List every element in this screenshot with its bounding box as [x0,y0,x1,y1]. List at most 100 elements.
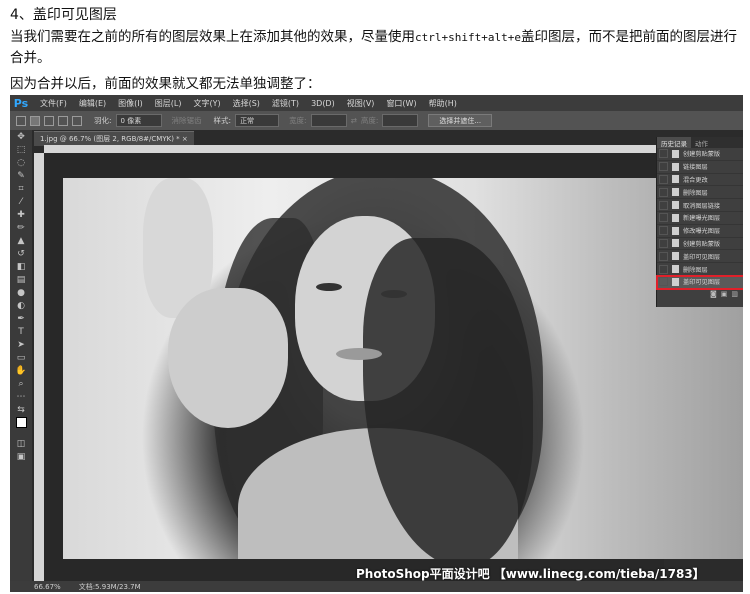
camera-icon[interactable]: ▣ [721,290,728,298]
tab-history[interactable]: 历史记录 [657,137,691,148]
menu-type[interactable]: 文字(Y) [187,98,226,109]
paragraph-1: 当我们需要在之前的所有的图层效果上在添加其他的效果，尽量使用ctrl+shift… [10,27,745,68]
menu-view[interactable]: 视图(V) [341,98,381,109]
path-select-tool-icon[interactable]: ➤ [10,338,32,351]
crop-tool-icon[interactable]: ⌗ [10,182,32,195]
new-snapshot-icon[interactable]: ◙ [710,290,717,298]
menu-filter[interactable]: 滤镜(T) [266,98,305,109]
history-step-icon [672,265,679,274]
history-checkbox[interactable] [659,264,668,274]
pen-tool-icon[interactable]: ✒ [10,312,32,325]
menu-window[interactable]: 窗口(W) [380,98,422,109]
hand-tool-icon[interactable]: ✋ [10,364,32,377]
history-checkbox[interactable] [659,162,668,172]
intersect-selection-icon[interactable] [72,115,82,126]
document-size[interactable]: 文档:5.93M/23.7M [79,582,141,592]
width-input[interactable] [310,114,347,127]
history-item[interactable]: 混合更改 [657,174,743,187]
photo-hand [168,288,288,428]
photoshop-window: Ps 文件(F) 编辑(E) 图像(I) 图层(L) 文字(Y) 选择(S) 滤… [10,95,743,592]
history-checkbox[interactable] [659,226,668,236]
history-item[interactable]: 新建曝光图层 [657,212,743,225]
marquee-tool-icon[interactable]: ⬚ [10,143,32,156]
watermark-text: PhotoShop平面设计吧 【www.linecg.com/tieba/178… [356,567,705,581]
history-item-label: 删除图层 [683,189,708,197]
swap-icon[interactable]: ⇄ [351,116,357,125]
menu-3d[interactable]: 3D(D) [305,99,341,108]
history-step-icon [672,213,679,222]
history-brush-icon[interactable]: ↺ [10,247,32,260]
options-bar: 羽化: 0 像素 消除锯齿 样式: 正常 宽度: ⇄ 高度: 选择并遮住... [10,111,743,130]
history-item-label: 删除图层 [683,266,708,274]
history-checkbox[interactable] [659,213,668,223]
history-checkbox[interactable] [659,200,668,210]
history-item-selected[interactable]: 盖印可见图层 [656,274,743,290]
shape-tool-icon[interactable]: ▭ [10,351,32,364]
quick-select-tool-icon[interactable]: ✎ [10,169,32,182]
tab-actions[interactable]: 动作 [691,137,712,148]
history-step-icon [672,201,679,210]
lasso-tool-icon[interactable]: ◌ [10,156,32,169]
history-item[interactable]: 取消图层链接 [657,199,743,212]
history-checkbox[interactable] [659,277,668,287]
antialias-checkbox-label[interactable]: 消除锯齿 [172,115,202,126]
height-input[interactable] [382,114,419,127]
select-and-mask-button[interactable]: 选择并遮住... [428,114,493,127]
history-item-label: 混合更改 [683,176,708,184]
menu-bar: Ps 文件(F) 编辑(E) 图像(I) 图层(L) 文字(Y) 选择(S) 滤… [10,95,743,111]
menu-help[interactable]: 帮助(H) [423,98,463,109]
type-tool-icon[interactable]: T [10,325,32,338]
brush-tool-icon[interactable]: ✏ [10,221,32,234]
move-tool-icon[interactable]: ✥ [10,130,32,143]
history-checkbox[interactable] [659,174,668,184]
subtract-selection-icon[interactable] [58,115,68,126]
extra-tools-icon[interactable]: ⋯ [10,390,32,403]
history-item[interactable]: 创建剪贴蒙版 [657,148,743,161]
style-select[interactable]: 正常 [235,114,280,127]
history-item[interactable]: 链接图层 [657,161,743,174]
color-swatches-icon[interactable] [10,416,32,429]
stamp-tool-icon[interactable]: ▲ [10,234,32,247]
photo-eye-right [381,290,407,298]
history-item[interactable]: 创建剪贴蒙版 [657,238,743,251]
marquee-tool-preset-icon[interactable] [16,115,26,126]
history-item[interactable]: 修改曝光图层 [657,225,743,238]
menu-image[interactable]: 图像(I) [112,98,149,109]
zoom-level[interactable]: 66.67% [34,583,61,591]
quick-mask-icon[interactable]: ◫ [10,437,32,450]
style-label: 样式: [213,116,232,125]
dodge-tool-icon[interactable]: ◐ [10,299,32,312]
document-tab[interactable]: 1.jpg @ 66.7% (图层 2, RGB/8#/CMYK) * × [34,131,194,146]
canvas-photo[interactable] [63,178,743,559]
history-checkbox[interactable] [659,238,668,248]
history-item[interactable]: 删除图层 [657,186,743,200]
blur-tool-icon[interactable]: ● [10,286,32,299]
history-checkbox[interactable] [659,251,668,261]
eraser-tool-icon[interactable]: ◧ [10,260,32,273]
photo-lips [336,348,382,360]
history-checkbox[interactable] [659,149,668,159]
gradient-tool-icon[interactable]: ▤ [10,273,32,286]
history-item-label: 新建曝光图层 [683,215,721,223]
history-item[interactable]: 删除图层 [657,263,743,276]
zoom-tool-icon[interactable]: ⌕ [10,377,32,390]
history-item-label: 盖印可见图层 [683,253,721,261]
screen-mode-icon[interactable]: ▣ [10,450,32,463]
history-step-icon [672,149,679,158]
eyedropper-tool-icon[interactable]: ⁄ [10,195,32,208]
new-selection-icon[interactable] [30,115,40,126]
swap-colors-icon[interactable]: ⇆ [10,403,32,416]
history-item[interactable]: 盖印可见图层 [657,250,743,264]
trash-icon[interactable]: ▥ [731,290,738,298]
healing-tool-icon[interactable]: ✚ [10,208,32,221]
add-selection-icon[interactable] [44,115,54,126]
menu-layer[interactable]: 图层(L) [149,98,188,109]
menu-edit[interactable]: 编辑(E) [73,98,112,109]
history-checkbox[interactable] [659,187,668,197]
menu-file[interactable]: 文件(F) [34,98,73,109]
history-step-icon [672,226,679,235]
history-step-icon [672,239,679,248]
height-label: 高度: [360,116,379,125]
menu-select[interactable]: 选择(S) [227,98,266,109]
feather-input[interactable]: 0 像素 [115,114,162,127]
